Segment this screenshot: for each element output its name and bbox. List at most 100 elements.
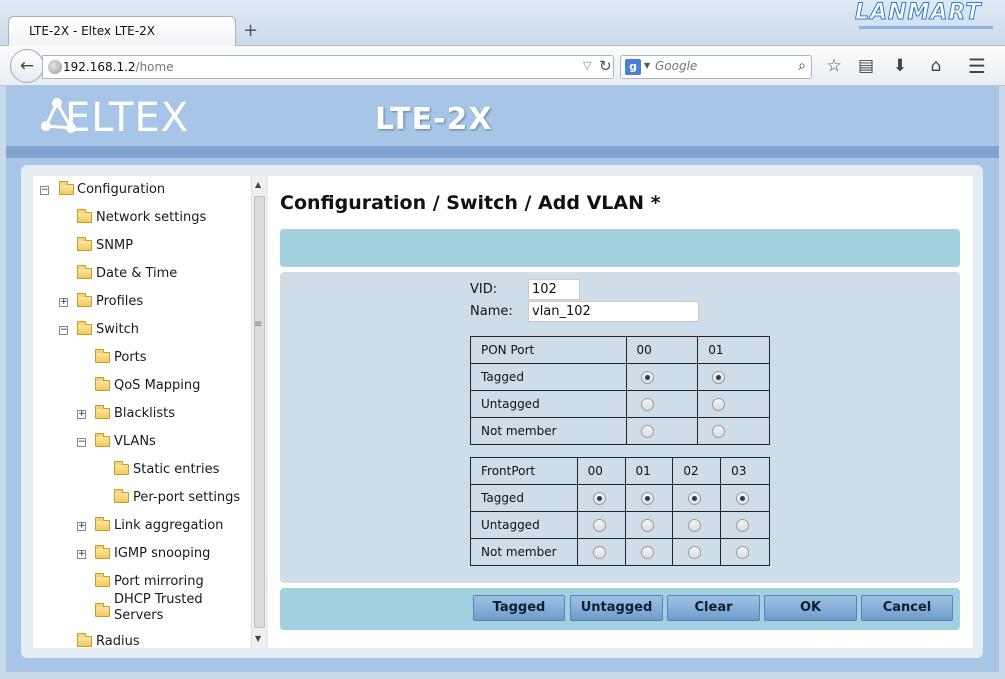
folder-icon	[95, 433, 110, 447]
tree-item-label: Static entries	[133, 462, 220, 477]
untagged-button[interactable]: Untagged	[570, 595, 663, 621]
front-00-tagged-radio[interactable]	[592, 492, 606, 505]
url-dropdown-icon[interactable]: ▽	[583, 59, 591, 72]
expand-icon[interactable]: +	[77, 522, 86, 531]
scroll-down-icon[interactable]: ▼	[255, 634, 261, 643]
expand-icon[interactable]: +	[77, 410, 86, 419]
front-02-not-member-radio[interactable]	[688, 546, 702, 559]
folder-icon	[95, 405, 110, 419]
download-icon[interactable]: ⬇	[884, 51, 916, 81]
folder-icon	[59, 181, 74, 195]
tree-item-label: IGMP snooping	[114, 546, 211, 561]
front-03-not-member-radio[interactable]	[736, 546, 750, 559]
scrollbar-grip-icon: ≡	[254, 319, 263, 330]
tree-item-label: Network settings	[96, 210, 207, 225]
search-bar[interactable]: g ▼ ⌕	[620, 55, 812, 79]
pon-port-table: PON Port 00 01 Tagged Untagged Not membe…	[470, 336, 770, 445]
tree-item-label: Per-port settings	[133, 490, 241, 505]
expand-icon[interactable]: +	[77, 550, 86, 559]
tree-item-label: Port mirroring	[114, 574, 204, 589]
front-00-not-member-radio[interactable]	[592, 546, 606, 559]
front-02-tagged-radio[interactable]	[688, 492, 702, 505]
folder-icon	[95, 545, 110, 559]
tab-title: LTE-2X - Eltex LTE-2X	[29, 24, 155, 38]
cancel-button[interactable]: Cancel	[861, 595, 953, 621]
collapse-icon[interactable]: −	[77, 438, 86, 447]
folder-icon	[95, 573, 110, 587]
reading-list-icon[interactable]: ▤	[850, 51, 882, 81]
front-03-tagged-radio[interactable]	[736, 492, 750, 505]
front-03-untagged-radio[interactable]	[736, 519, 750, 532]
pon-port-header: PON Port	[470, 336, 627, 364]
watermark-underline	[859, 26, 993, 29]
page-title: Configuration / Switch / Add VLAN *	[280, 192, 661, 214]
table-row: Untagged	[470, 511, 770, 539]
pon-01-not-member-radio[interactable]	[712, 425, 726, 438]
front-01-not-member-radio[interactable]	[640, 546, 654, 559]
folder-icon	[95, 517, 110, 531]
table-header-row: FrontPort 00 01 02 03	[470, 457, 770, 485]
search-input[interactable]	[655, 59, 785, 73]
search-icon[interactable]: ⌕	[798, 58, 806, 74]
browser-navbar: ← 192.168.1.2/home ▽ ↻ g ▼ ⌕ ☆ ▤ ⬇ ⌂ ☰	[0, 46, 1005, 86]
folder-icon	[114, 461, 129, 475]
tree-item-label: Link aggregation	[114, 518, 224, 533]
back-arrow-icon[interactable]: ←	[10, 49, 44, 83]
folder-icon	[77, 209, 92, 223]
sidebar-scrollbar[interactable]: ▲ ≡ ▼	[251, 176, 266, 648]
folder-icon	[95, 603, 110, 617]
clear-button[interactable]: Clear	[667, 595, 760, 621]
pon-00-untagged-radio[interactable]	[640, 398, 654, 411]
pon-01-tagged-radio[interactable]	[712, 371, 726, 384]
row-label-tagged: Tagged	[470, 363, 627, 391]
google-icon[interactable]: g	[625, 59, 641, 75]
pon-00-not-member-radio[interactable]	[640, 425, 654, 438]
tagged-button[interactable]: Tagged	[473, 595, 565, 621]
bookmark-star-icon[interactable]: ☆	[818, 51, 850, 81]
tree-item-label: Profiles	[96, 294, 144, 309]
folder-icon	[77, 237, 92, 251]
vid-input[interactable]	[528, 279, 580, 300]
action-bar: Tagged Untagged Clear OK Cancel	[280, 588, 960, 630]
pon-00-tagged-radio[interactable]	[640, 371, 654, 384]
expand-icon[interactable]: +	[59, 298, 68, 307]
reload-icon[interactable]: ↻	[599, 57, 612, 75]
front-02-untagged-radio[interactable]	[688, 519, 702, 532]
row-label-untagged: Untagged	[470, 390, 627, 418]
front-port-header: FrontPort	[470, 457, 578, 485]
logo-text: ELTEX	[65, 95, 190, 141]
pon-port-00-header: 00	[625, 336, 699, 364]
front-00-untagged-radio[interactable]	[592, 519, 606, 532]
browser-titlebar: LTE-2X - Eltex LTE-2X + LANMART	[0, 0, 1005, 46]
front-port-00-header: 00	[576, 457, 626, 485]
url-bar[interactable]: 192.168.1.2/home ▽ ↻	[42, 55, 614, 79]
folder-icon	[95, 377, 110, 391]
table-row: Tagged	[470, 363, 770, 391]
pon-01-untagged-radio[interactable]	[712, 398, 726, 411]
table-row: Tagged	[470, 484, 770, 512]
new-tab-button[interactable]: +	[243, 20, 258, 41]
front-port-02-header: 02	[672, 457, 722, 485]
scroll-up-icon[interactable]: ▲	[255, 180, 261, 189]
home-icon[interactable]: ⌂	[920, 51, 952, 81]
front-01-tagged-radio[interactable]	[640, 492, 654, 505]
tree-item-label: Radius	[96, 634, 140, 648]
name-input[interactable]	[528, 301, 699, 322]
folder-icon	[95, 349, 110, 363]
watermark-logo: LANMART	[854, 0, 997, 36]
row-label-not-member: Not member	[470, 417, 627, 445]
scrollbar-thumb[interactable]	[254, 196, 265, 628]
table-row: Untagged	[470, 390, 770, 418]
collapse-icon[interactable]: −	[59, 326, 68, 335]
tree-item-label: Ports	[114, 350, 147, 365]
front-01-untagged-radio[interactable]	[640, 519, 654, 532]
collapse-icon[interactable]: −	[40, 186, 49, 195]
menu-icon[interactable]: ☰	[961, 51, 993, 81]
device-model: LTE-2X	[375, 102, 493, 137]
ok-button[interactable]: OK	[764, 595, 857, 621]
sidebar-tree: − Configuration Network settings SNMP Da…	[33, 176, 266, 648]
browser-tab[interactable]: LTE-2X - Eltex LTE-2X	[8, 16, 236, 46]
pon-port-01-header: 01	[697, 336, 770, 364]
tree-item-label: Blacklists	[114, 406, 176, 421]
search-engine-chevron-icon[interactable]: ▼	[644, 61, 650, 70]
